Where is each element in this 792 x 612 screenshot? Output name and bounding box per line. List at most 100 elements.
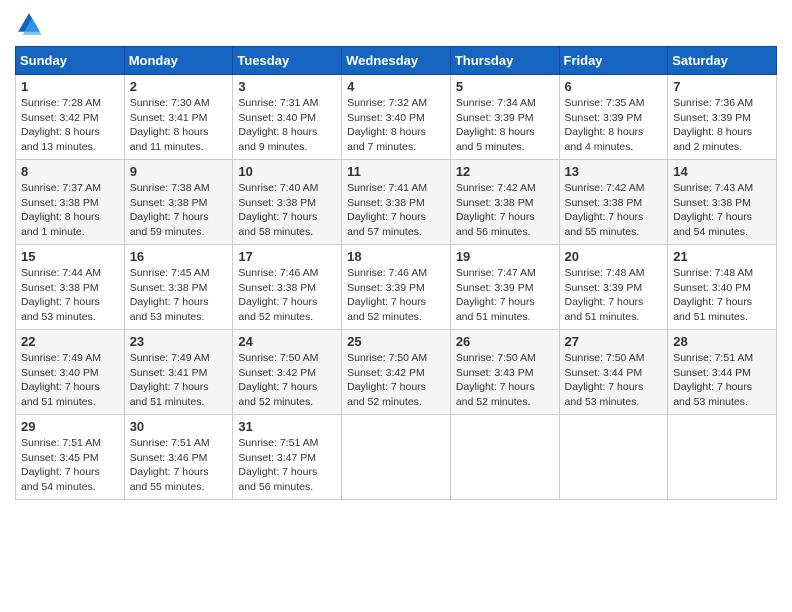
day-detail: Sunrise: 7:40 AMSunset: 3:38 PMDaylight:… [238, 182, 318, 238]
day-number: 30 [130, 419, 228, 434]
calendar-cell: 13Sunrise: 7:42 AMSunset: 3:38 PMDayligh… [559, 160, 668, 245]
logo [15, 10, 47, 38]
calendar-cell: 12 Sunrise: 7:42 AMSunset: 3:38 PMDayligh… [450, 160, 559, 245]
day-number: 28 [673, 334, 771, 349]
calendar-cell: 2Sunrise: 7:30 AMSunset: 3:41 PMDaylight… [124, 75, 233, 160]
calendar-cell: 28 Sunrise: 7:51 AMSunset: 3:44 PMDayligh… [668, 330, 777, 415]
calendar-cell: 20 Sunrise: 7:48 AMSunset: 3:39 PMDayligh… [559, 245, 668, 330]
weekday-header-friday: Friday [559, 47, 668, 75]
day-detail: Sunrise: 7:51 AMSunset: 3:44 PMDaylight:… [673, 352, 753, 408]
weekday-header-saturday: Saturday [668, 47, 777, 75]
day-detail: Sunrise: 7:50 AMSunset: 3:42 PMDaylight:… [238, 352, 318, 408]
weekday-header-sunday: Sunday [16, 47, 125, 75]
day-number: 9 [130, 164, 228, 179]
day-detail: Sunrise: 7:50 AMSunset: 3:44 PMDaylight:… [565, 352, 645, 408]
calendar-cell: 24 Sunrise: 7:50 AMSunset: 3:42 PMDayligh… [233, 330, 342, 415]
day-number: 5 [456, 79, 554, 94]
calendar-cell: 19 Sunrise: 7:47 AMSunset: 3:39 PMDayligh… [450, 245, 559, 330]
day-detail: Sunrise: 7:35 AMSunset: 3:39 PMDaylight:… [565, 97, 645, 153]
calendar-cell: 17 Sunrise: 7:46 AMSunset: 3:38 PMDayligh… [233, 245, 342, 330]
day-detail: Sunrise: 7:51 AMSunset: 3:45 PMDaylight:… [21, 437, 101, 493]
weekday-header-wednesday: Wednesday [342, 47, 451, 75]
weekday-header-thursday: Thursday [450, 47, 559, 75]
day-number: 14 [673, 164, 771, 179]
day-detail: Sunrise: 7:37 AMSunset: 3:38 PMDaylight:… [21, 182, 101, 238]
calendar-table: SundayMondayTuesdayWednesdayThursdayFrid… [15, 46, 777, 500]
day-number: 29 [21, 419, 119, 434]
day-detail: Sunrise: 7:44 AMSunset: 3:38 PMDaylight:… [21, 267, 101, 323]
calendar-cell: 21 Sunrise: 7:48 AMSunset: 3:40 PMDayligh… [668, 245, 777, 330]
calendar-cell: 10 Sunrise: 7:40 AMSunset: 3:38 PMDayligh… [233, 160, 342, 245]
calendar-cell: 31 Sunrise: 7:51 AMSunset: 3:47 PMDayligh… [233, 415, 342, 500]
calendar-cell [450, 415, 559, 500]
calendar-cell: 6Sunrise: 7:35 AMSunset: 3:39 PMDaylight… [559, 75, 668, 160]
weekday-header-tuesday: Tuesday [233, 47, 342, 75]
day-detail: Sunrise: 7:36 AMSunset: 3:39 PMDaylight:… [673, 97, 753, 153]
day-detail: Sunrise: 7:32 AMSunset: 3:40 PMDaylight:… [347, 97, 427, 153]
day-number: 24 [238, 334, 336, 349]
calendar-cell [342, 415, 451, 500]
day-number: 1 [21, 79, 119, 94]
weekday-header-monday: Monday [124, 47, 233, 75]
day-detail: Sunrise: 7:46 AMSunset: 3:38 PMDaylight:… [238, 267, 318, 323]
day-detail: Sunrise: 7:34 AMSunset: 3:39 PMDaylight:… [456, 97, 536, 153]
day-detail: Sunrise: 7:51 AMSunset: 3:46 PMDaylight:… [130, 437, 210, 493]
calendar-cell: 27 Sunrise: 7:50 AMSunset: 3:44 PMDayligh… [559, 330, 668, 415]
day-detail: Sunrise: 7:51 AMSunset: 3:47 PMDaylight:… [238, 437, 318, 493]
day-detail: Sunrise: 7:47 AMSunset: 3:39 PMDaylight:… [456, 267, 536, 323]
day-number: 19 [456, 249, 554, 264]
calendar-cell: 5 Sunrise: 7:34 AMSunset: 3:39 PMDaylight… [450, 75, 559, 160]
header [15, 10, 777, 38]
calendar-cell: 8 Sunrise: 7:37 AMSunset: 3:38 PMDaylight… [16, 160, 125, 245]
logo-icon [15, 10, 43, 38]
day-number: 8 [21, 164, 119, 179]
day-number: 3 [238, 79, 336, 94]
day-number: 31 [238, 419, 336, 434]
calendar-cell: 29 Sunrise: 7:51 AMSunset: 3:45 PMDayligh… [16, 415, 125, 500]
day-detail: Sunrise: 7:50 AMSunset: 3:42 PMDaylight:… [347, 352, 427, 408]
calendar-cell: 14 Sunrise: 7:43 AMSunset: 3:38 PMDayligh… [668, 160, 777, 245]
day-detail: Sunrise: 7:41 AMSunset: 3:38 PMDaylight:… [347, 182, 427, 238]
calendar-cell: 4 Sunrise: 7:32 AMSunset: 3:40 PMDaylight… [342, 75, 451, 160]
day-detail: Sunrise: 7:48 AMSunset: 3:39 PMDaylight:… [565, 267, 645, 323]
day-detail: Sunrise: 7:49 AMSunset: 3:41 PMDaylight:… [130, 352, 210, 408]
calendar-cell: 15 Sunrise: 7:44 AMSunset: 3:38 PMDayligh… [16, 245, 125, 330]
calendar-cell [559, 415, 668, 500]
day-number: 23 [130, 334, 228, 349]
day-detail: Sunrise: 7:46 AMSunset: 3:39 PMDaylight:… [347, 267, 427, 323]
day-number: 10 [238, 164, 336, 179]
calendar-cell: 30 Sunrise: 7:51 AMSunset: 3:46 PMDayligh… [124, 415, 233, 500]
day-detail: Sunrise: 7:45 AMSunset: 3:38 PMDaylight:… [130, 267, 210, 323]
calendar-cell: 9 Sunrise: 7:38 AMSunset: 3:38 PMDaylight… [124, 160, 233, 245]
day-detail: Sunrise: 7:43 AMSunset: 3:38 PMDaylight:… [673, 182, 753, 238]
day-detail: Sunrise: 7:48 AMSunset: 3:40 PMDaylight:… [673, 267, 753, 323]
day-number: 4 [347, 79, 445, 94]
day-number: 15 [21, 249, 119, 264]
day-number: 21 [673, 249, 771, 264]
day-number: 7 [673, 79, 771, 94]
calendar-cell: 18 Sunrise: 7:46 AMSunset: 3:39 PMDayligh… [342, 245, 451, 330]
day-detail: Sunrise: 7:42 AMSunset: 3:38 PMDaylight:… [456, 182, 536, 238]
day-detail: Sunrise: 7:38 AMSunset: 3:38 PMDaylight:… [130, 182, 210, 238]
day-number: 20 [565, 249, 663, 264]
day-number: 18 [347, 249, 445, 264]
calendar-cell: 7 Sunrise: 7:36 AMSunset: 3:39 PMDaylight… [668, 75, 777, 160]
calendar-cell: 23 Sunrise: 7:49 AMSunset: 3:41 PMDayligh… [124, 330, 233, 415]
calendar-cell: 11Sunrise: 7:41 AMSunset: 3:38 PMDayligh… [342, 160, 451, 245]
day-detail: Sunrise: 7:50 AMSunset: 3:43 PMDaylight:… [456, 352, 536, 408]
calendar-cell: 22Sunrise: 7:49 AMSunset: 3:40 PMDayligh… [16, 330, 125, 415]
day-detail: Sunrise: 7:28 AMSunset: 3:42 PMDaylight:… [21, 97, 101, 153]
day-number: 17 [238, 249, 336, 264]
day-number: 13 [565, 164, 663, 179]
day-number: 16 [130, 249, 228, 264]
calendar-cell: 25 Sunrise: 7:50 AMSunset: 3:42 PMDayligh… [342, 330, 451, 415]
calendar-cell: 26Sunrise: 7:50 AMSunset: 3:43 PMDayligh… [450, 330, 559, 415]
day-detail: Sunrise: 7:49 AMSunset: 3:40 PMDaylight:… [21, 352, 101, 408]
calendar-cell [668, 415, 777, 500]
day-detail: Sunrise: 7:30 AMSunset: 3:41 PMDaylight:… [130, 97, 210, 153]
day-number: 27 [565, 334, 663, 349]
calendar-cell: 16 Sunrise: 7:45 AMSunset: 3:38 PMDayligh… [124, 245, 233, 330]
day-number: 12 [456, 164, 554, 179]
calendar-cell: 3Sunrise: 7:31 AMSunset: 3:40 PMDaylight… [233, 75, 342, 160]
day-number: 25 [347, 334, 445, 349]
